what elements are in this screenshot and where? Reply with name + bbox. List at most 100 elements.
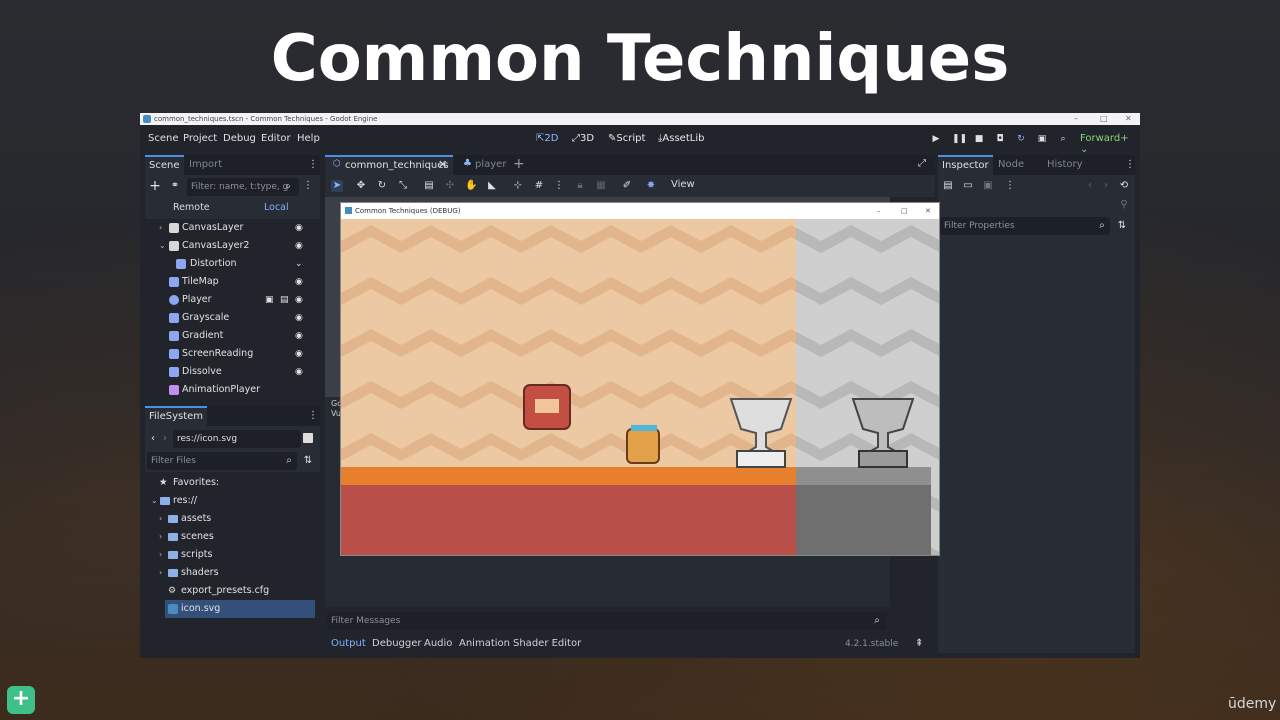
expand-arrow-icon[interactable]: › bbox=[159, 546, 162, 564]
workspace-script[interactable]: ✎Script bbox=[608, 133, 645, 144]
pan-tool-icon[interactable]: ✋ bbox=[465, 180, 477, 192]
eye-icon[interactable]: ◉ bbox=[295, 291, 303, 309]
list-select-icon[interactable]: ▤ bbox=[423, 180, 435, 192]
tab-output[interactable]: Output bbox=[331, 633, 366, 655]
reload-icon[interactable]: ↻ bbox=[1015, 133, 1027, 145]
eye-icon[interactable]: ◉ bbox=[295, 345, 303, 363]
split-mode-icon[interactable] bbox=[303, 433, 313, 443]
tab-node[interactable]: Node bbox=[994, 155, 1028, 175]
forward-arrow-icon[interactable]: › bbox=[159, 433, 171, 445]
group-icon[interactable]: ▦ bbox=[595, 180, 607, 192]
eye-icon[interactable]: ◉ bbox=[295, 327, 303, 345]
tree-node-dissolve[interactable]: Dissolve ◉ bbox=[145, 363, 315, 381]
workspace-2d[interactable]: ⇱2D bbox=[536, 133, 558, 144]
tree-node-player[interactable]: Player ▣ ▤ ◉ bbox=[145, 291, 315, 309]
renderer-select[interactable]: Forward+ ⌄ bbox=[1080, 133, 1140, 155]
forward-arrow-icon[interactable]: › bbox=[1100, 180, 1112, 192]
collapse-arrow-icon[interactable]: ⌄ bbox=[159, 237, 166, 255]
tree-node-grayscale[interactable]: Grayscale ◉ bbox=[145, 309, 315, 327]
tab-audio[interactable]: Audio bbox=[424, 633, 452, 655]
grid-snap-icon[interactable]: # bbox=[533, 180, 545, 192]
tab-shader-editor[interactable]: Shader Editor bbox=[513, 633, 581, 655]
save-icon[interactable]: ▣ bbox=[982, 180, 994, 192]
tree-node-gradient[interactable]: Gradient ◉ bbox=[145, 327, 315, 345]
tree-node-screenreading[interactable]: ScreenReading ◉ bbox=[145, 345, 315, 363]
eye-icon[interactable]: ◉ bbox=[295, 363, 303, 381]
bone-icon[interactable]: ✐ bbox=[621, 180, 633, 192]
pivot-tool-icon[interactable]: ✣ bbox=[444, 180, 456, 192]
tree-node-distortion[interactable]: Distortion ⌄ bbox=[145, 255, 315, 273]
settings-icon[interactable]: ⇅ bbox=[1116, 220, 1128, 232]
pause-icon[interactable]: ❚❚ bbox=[952, 133, 967, 145]
expand-arrow-icon[interactable]: › bbox=[159, 219, 162, 237]
remote-button[interactable]: Remote bbox=[173, 202, 210, 213]
tab-import[interactable]: Import bbox=[185, 155, 226, 175]
back-arrow-icon[interactable]: ‹ bbox=[1084, 180, 1096, 192]
kebab-icon[interactable]: ⋮ bbox=[302, 180, 314, 192]
game-window[interactable]: Common Techniques (DEBUG) – □ ✕ bbox=[340, 202, 940, 556]
rotate-tool-icon[interactable]: ↻ bbox=[376, 180, 388, 192]
tab-debugger[interactable]: Debugger bbox=[372, 633, 422, 655]
eye-icon[interactable]: ◉ bbox=[295, 309, 303, 327]
remote-debug-icon[interactable]: ◘ bbox=[994, 133, 1006, 145]
add-node-icon[interactable]: + bbox=[149, 179, 161, 193]
tree-node-tilemap[interactable]: TileMap ◉ bbox=[145, 273, 315, 291]
minimize-icon[interactable]: – bbox=[1074, 113, 1078, 125]
close-icon[interactable]: ✕ bbox=[925, 203, 931, 219]
script-attached-icon[interactable]: ▤ bbox=[280, 291, 289, 309]
tab-player[interactable]: player bbox=[471, 155, 510, 175]
folder-row-assets[interactable]: › assets bbox=[145, 510, 315, 528]
close-icon[interactable]: ✕ bbox=[1125, 113, 1132, 125]
tab-history[interactable]: History bbox=[1043, 155, 1087, 175]
camera-override-icon[interactable]: ✸ bbox=[645, 180, 657, 192]
debug-search-icon[interactable]: ⌕ bbox=[1057, 133, 1069, 145]
object-props-icon[interactable]: ⚲ bbox=[1118, 199, 1130, 211]
workspace-assetlib[interactable]: ⤓AssetLib bbox=[658, 133, 704, 144]
tab-scene[interactable]: Scene bbox=[145, 155, 184, 175]
move-tool-icon[interactable]: ✥ bbox=[355, 180, 367, 192]
movie-icon[interactable]: ▣ bbox=[1036, 133, 1048, 145]
tree-node-canvaslayer[interactable]: › CanvasLayer ◉ bbox=[145, 219, 315, 237]
workspace-3d[interactable]: ⤢3D bbox=[572, 133, 594, 144]
collapse-arrow-icon[interactable]: ⌄ bbox=[151, 492, 158, 510]
snap-icon[interactable]: ⊹ bbox=[512, 180, 524, 192]
filter-messages-input[interactable]: Filter Messages bbox=[327, 612, 887, 630]
view-menu[interactable]: View bbox=[671, 179, 695, 190]
open-scene-icon[interactable]: ▣ bbox=[265, 291, 274, 309]
play-icon[interactable]: ▶ bbox=[930, 133, 942, 145]
close-tab-icon[interactable]: ✕ bbox=[438, 158, 447, 171]
tab-common-techniques[interactable]: common_techniques bbox=[325, 155, 453, 175]
pin-icon[interactable]: ⇞ bbox=[915, 633, 923, 655]
favorites-row[interactable]: ★ Favorites: bbox=[145, 474, 315, 492]
menu-editor[interactable]: Editor bbox=[261, 133, 291, 144]
file-row-export-presets[interactable]: ⚙ export_presets.cfg bbox=[145, 582, 315, 600]
folder-row-scenes[interactable]: › scenes bbox=[145, 528, 315, 546]
history-icon[interactable]: ⟲ bbox=[1118, 180, 1130, 192]
eye-icon[interactable]: ◉ bbox=[295, 273, 303, 291]
maximize-icon[interactable]: □ bbox=[901, 203, 908, 219]
add-tab-icon[interactable]: + bbox=[513, 156, 525, 172]
local-button[interactable]: Local bbox=[264, 202, 289, 213]
folder-row-shaders[interactable]: › shaders bbox=[145, 564, 315, 582]
menu-debug[interactable]: Debug bbox=[223, 133, 256, 144]
menu-project[interactable]: Project bbox=[183, 133, 217, 144]
kebab-icon[interactable]: ⋮ bbox=[1004, 180, 1016, 192]
visibility-toggle-icon[interactable]: ⌄ bbox=[295, 255, 303, 273]
root-folder-row[interactable]: ⌄ res:// bbox=[145, 492, 315, 510]
kebab-icon[interactable]: ⋮ bbox=[1124, 159, 1136, 171]
tab-filesystem[interactable]: FileSystem bbox=[145, 406, 208, 426]
expand-arrow-icon[interactable]: › bbox=[159, 528, 162, 546]
stop-icon[interactable]: ■ bbox=[973, 133, 985, 145]
expand-arrow-icon[interactable]: › bbox=[159, 510, 162, 528]
lock-icon[interactable]: 🔒︎ bbox=[574, 180, 586, 192]
sort-icon[interactable]: ⇅ bbox=[302, 455, 314, 467]
menu-scene[interactable]: Scene bbox=[148, 133, 179, 144]
tree-node-canvaslayer2[interactable]: ⌄ CanvasLayer2 ◉ bbox=[145, 237, 315, 255]
maximize-icon[interactable]: □ bbox=[1100, 113, 1108, 125]
kebab-icon[interactable]: ⋮ bbox=[553, 180, 565, 192]
filter-files-input[interactable]: Filter Files bbox=[147, 452, 297, 470]
filter-properties-input[interactable]: Filter Properties bbox=[940, 217, 1110, 235]
menu-help[interactable]: Help bbox=[297, 133, 320, 144]
new-resource-icon[interactable]: ▤ bbox=[942, 180, 954, 192]
file-row-icon-svg[interactable]: icon.svg bbox=[165, 600, 315, 618]
